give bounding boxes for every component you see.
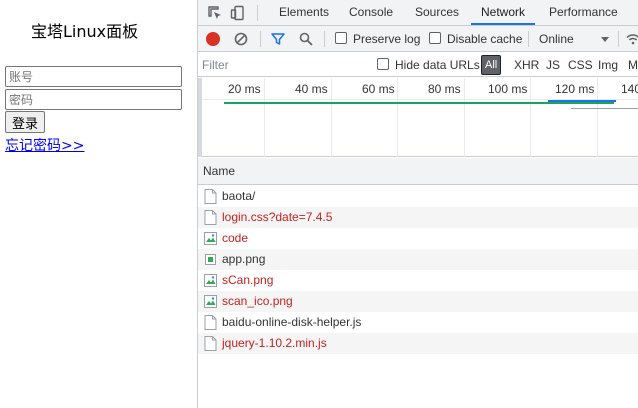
request-row[interactable]: app.png [198,249,638,270]
request-row[interactable]: baota/ [198,186,638,207]
request-name: jquery-1.10.2.min.js [222,336,327,350]
timeline-waiting-bar [224,102,614,104]
divider [528,31,529,47]
type-filter-js[interactable]: JS [546,53,560,77]
disable-cache-label: Disable cache [447,32,523,46]
request-name: sCan.png [222,273,274,287]
chevron-down-icon[interactable] [600,31,610,50]
timeline-tick-label: 120 ms [555,82,595,96]
name-column-label: Name [203,164,236,178]
timeline-tick-label: 40 ms [295,82,328,96]
timeline-resize-handle[interactable] [198,78,202,157]
request-name: baidu-online-disk-helper.js [222,315,362,329]
page-title: 宝塔Linux面板 [31,22,139,41]
broken-image-icon [204,231,217,246]
preserve-log-checkbox[interactable] [335,32,347,44]
request-row[interactable]: scan_ico.png [198,291,638,312]
name-column-header[interactable]: Name [198,158,638,185]
search-icon[interactable] [298,31,314,50]
document-icon [204,189,217,204]
filter-bar: Hide data URLs All XHR JS CSS Img Media [198,53,638,77]
hide-data-urls-checkbox[interactable] [377,58,389,70]
tab-sources[interactable]: Sources [405,0,469,25]
preserve-log-label: Preserve log [353,32,421,46]
request-row[interactable]: sCan.png [198,270,638,291]
type-filter-img[interactable]: Img [598,53,618,77]
timeline-gridline [530,78,531,157]
request-name: app.png [222,252,266,266]
timeline-gridline [464,78,465,157]
type-filter-xhr[interactable]: XHR [514,53,539,77]
timeline-tick-label: 20 ms [228,82,261,96]
filter-input[interactable] [202,56,362,74]
timeline-tick-label: 140 ms [621,82,638,96]
image-icon [204,252,217,267]
request-name: baota/ [222,189,256,203]
divider [260,31,261,47]
document-icon [204,315,217,330]
broken-image-icon [204,294,217,309]
network-conditions-icon[interactable] [625,31,638,50]
document-icon [204,210,217,225]
timeline-gridline [597,78,598,157]
network-toolbar: Preserve log Disable cache Online [198,26,638,52]
timeline-tick-label: 60 ms [362,82,395,96]
request-name: scan_ico.png [222,294,293,308]
request-list: baota/ login.css?date=7.4.5 code app.png… [198,186,638,408]
timeline-gridline [264,78,265,157]
record-icon[interactable] [206,32,220,46]
document-icon [204,336,217,351]
tab-performance[interactable]: Performance [539,0,628,25]
divider [324,31,325,47]
tab-elements[interactable]: Elements [269,0,339,25]
type-filter-css[interactable]: CSS [568,53,593,77]
tab-console[interactable]: Console [339,0,403,25]
timeline-gridline [331,78,332,157]
throttling-select[interactable]: Online [539,26,574,52]
tab-network[interactable]: Network [471,0,536,25]
request-row[interactable]: code [198,228,638,249]
request-row[interactable]: jquery-1.10.2.min.js [198,333,638,354]
devtools-panel: Elements Console Sources Network Perform… [197,0,638,408]
login-button[interactable]: 登录 [5,111,46,133]
devtools-tabbar: Elements Console Sources Network Perform… [198,0,638,26]
device-toolbar-icon[interactable] [229,4,247,22]
request-row[interactable]: login.css?date=7.4.5 [198,207,638,228]
divider [618,31,619,47]
timeline-queue-bar [571,108,638,109]
login-page: 宝塔Linux面板 登录 忘记密码>> [0,0,197,408]
disable-cache-checkbox[interactable] [429,32,441,44]
timeline-tick-label: 80 ms [428,82,461,96]
divider [257,5,258,21]
forgot-password-link[interactable]: 忘记密码>> [5,135,84,155]
timeline-tick-label: 100 ms [488,82,528,96]
inspect-element-icon[interactable] [206,4,224,22]
broken-image-icon [204,273,217,288]
request-name: code [222,231,249,245]
type-filter-all[interactable]: All [481,55,502,75]
username-input[interactable] [5,66,182,87]
filter-icon[interactable] [270,31,286,50]
type-filter-media[interactable]: Media [628,53,638,77]
password-input[interactable] [5,89,182,110]
request-row[interactable]: baidu-online-disk-helper.js [198,312,638,333]
timeline-download-bar [548,100,616,102]
request-name: login.css?date=7.4.5 [222,210,333,224]
network-overview-timeline[interactable]: 20 ms 40 ms 60 ms 80 ms 100 ms 120 ms 14… [198,78,638,157]
hide-data-urls-label: Hide data URLs [395,58,480,72]
clear-icon[interactable] [233,31,249,50]
timeline-gridline [397,78,398,157]
